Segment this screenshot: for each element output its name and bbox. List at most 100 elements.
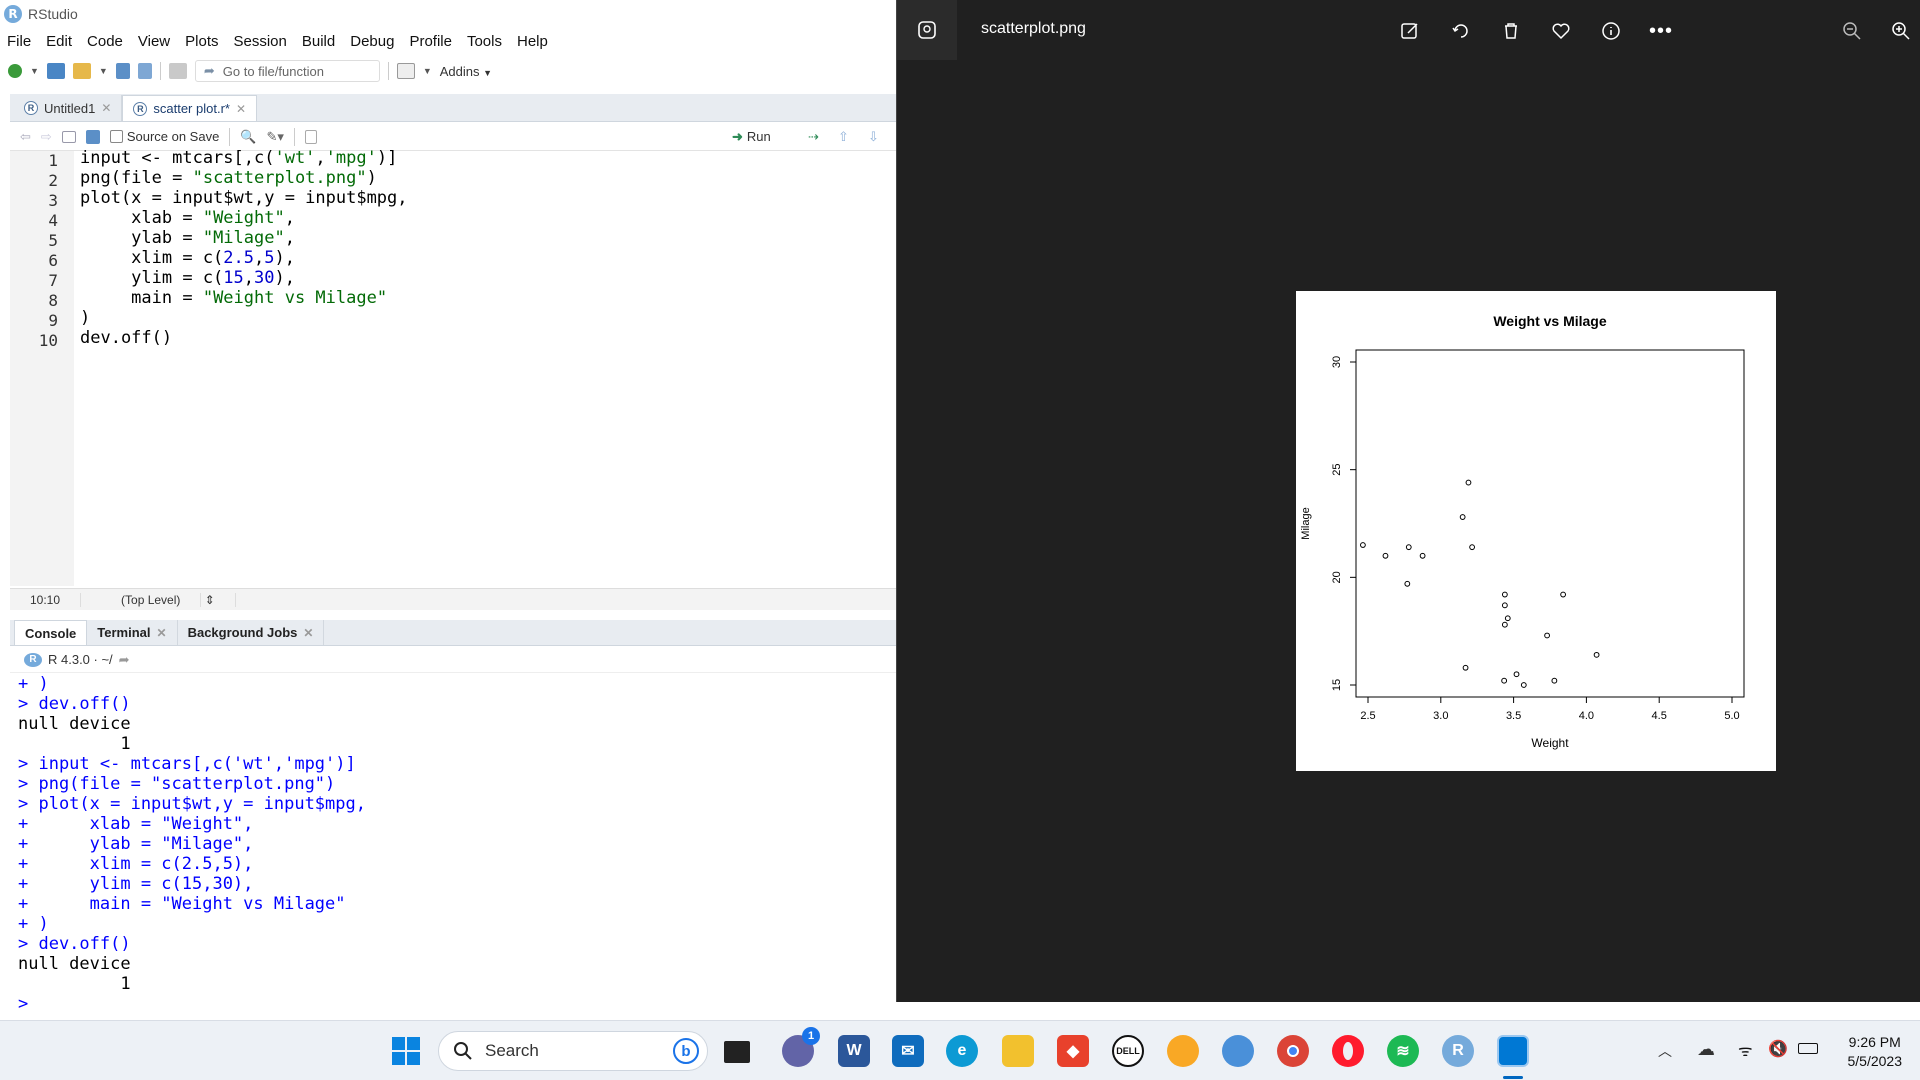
r-file-icon: R bbox=[133, 101, 148, 116]
menu-debug[interactable]: Debug bbox=[350, 33, 394, 50]
menu-code[interactable]: Code bbox=[87, 33, 123, 50]
start-icon[interactable] bbox=[390, 1035, 422, 1067]
back-icon[interactable]: ⇦ bbox=[20, 129, 31, 145]
onedrive-icon[interactable]: ☁ bbox=[1697, 1039, 1715, 1060]
tab-console[interactable]: Console bbox=[14, 620, 88, 645]
rotate-icon[interactable] bbox=[1450, 20, 1472, 42]
console-input-line: + xlim = c(2.5,5), bbox=[18, 854, 254, 874]
file-explorer-icon[interactable] bbox=[1002, 1035, 1034, 1067]
menu-edit[interactable]: Edit bbox=[46, 33, 72, 50]
system-clock[interactable]: 9:26 PM 5/5/2023 bbox=[1848, 1033, 1903, 1071]
new-project-icon[interactable] bbox=[46, 63, 65, 79]
delete-icon[interactable] bbox=[1500, 20, 1522, 42]
data-point bbox=[1404, 580, 1411, 587]
info-icon[interactable] bbox=[1600, 20, 1622, 42]
magic-wand-icon[interactable]: ✎▾ bbox=[267, 129, 284, 145]
menu-profile[interactable]: Profile bbox=[409, 33, 452, 50]
console-output-line: 1 bbox=[18, 974, 131, 994]
battery-icon[interactable] bbox=[1798, 1043, 1818, 1054]
more-icon[interactable]: ••• bbox=[1649, 20, 1672, 42]
close-icon[interactable]: ✕ bbox=[303, 626, 313, 640]
spotify-icon[interactable]: ≋ bbox=[1387, 1035, 1419, 1067]
opera-icon[interactable] bbox=[1332, 1035, 1364, 1067]
source-on-save-checkbox[interactable]: Source on Save bbox=[109, 129, 219, 144]
favorite-icon[interactable] bbox=[1550, 20, 1572, 42]
pane-layout-icon[interactable] bbox=[396, 63, 415, 79]
go-to-directory-icon[interactable]: ➦ bbox=[119, 652, 130, 668]
chevron-down-icon[interactable]: ▼ bbox=[30, 66, 39, 76]
zoom-in-icon[interactable] bbox=[1890, 20, 1912, 42]
git-icon[interactable]: ◆ bbox=[1057, 1035, 1089, 1067]
run-button[interactable]: ➜ Run bbox=[732, 129, 771, 145]
open-file-icon[interactable] bbox=[72, 63, 91, 79]
word-icon[interactable]: W bbox=[838, 1035, 870, 1067]
tab-terminal[interactable]: Terminal ✕ bbox=[87, 620, 178, 645]
data-point bbox=[1459, 514, 1466, 520]
toolbar-divider bbox=[387, 62, 389, 80]
paint-icon[interactable] bbox=[1222, 1035, 1254, 1067]
compile-report-icon[interactable] bbox=[304, 129, 317, 144]
save-icon[interactable] bbox=[85, 129, 100, 144]
dell-icon[interactable]: DELL bbox=[1112, 1035, 1144, 1067]
data-point bbox=[1551, 677, 1558, 684]
tab-untitled1[interactable]: R Untitled1 ✕ bbox=[14, 95, 123, 121]
console-output-line: 1 bbox=[18, 734, 131, 754]
new-file-icon[interactable] bbox=[8, 64, 22, 78]
goto-file-input[interactable]: ➦ Go to file/function bbox=[194, 60, 380, 82]
menu-session[interactable]: Session bbox=[234, 33, 287, 50]
menu-view[interactable]: View bbox=[138, 33, 170, 50]
save-icon[interactable] bbox=[115, 63, 130, 79]
chevron-down-icon[interactable]: ▼ bbox=[423, 66, 432, 76]
chevron-up-icon[interactable]: ︿ bbox=[1658, 1041, 1672, 1061]
code-line: input <- mtcars[,c('wt','mpg')] bbox=[80, 148, 398, 168]
edit-icon[interactable] bbox=[1399, 20, 1421, 42]
forward-icon[interactable]: ⇨ bbox=[41, 129, 52, 145]
console-output[interactable]: + ) > dev.off() null device 1 > input <- mt… bbox=[18, 674, 366, 1014]
menu-tools[interactable]: Tools bbox=[467, 33, 502, 50]
code-editor[interactable]: input <- mtcars[,c('wt','mpg')] png(file … bbox=[80, 148, 408, 348]
wifi-icon[interactable]: ᯤ bbox=[1738, 1039, 1753, 1061]
arrow-up-icon[interactable]: ⇧ bbox=[838, 129, 849, 145]
show-in-window-icon[interactable] bbox=[61, 130, 76, 143]
tab-label: Console bbox=[25, 625, 77, 641]
print-icon[interactable] bbox=[168, 63, 187, 79]
zoom-out-icon[interactable] bbox=[1841, 20, 1863, 42]
search-icon[interactable]: 🔍 bbox=[240, 129, 256, 145]
teams-icon[interactable]: 1 bbox=[782, 1027, 820, 1067]
line-number: 10 bbox=[38, 331, 58, 350]
edge-icon[interactable]: e bbox=[946, 1035, 978, 1067]
console-input-line: > png(file = "scatterplot.png") bbox=[18, 774, 336, 794]
task-view-icon[interactable] bbox=[724, 1041, 750, 1063]
speaker-muted-icon[interactable]: 🔇 bbox=[1768, 1039, 1788, 1059]
r-file-icon: R bbox=[24, 101, 38, 115]
arrow-down-icon[interactable]: ⇩ bbox=[868, 129, 879, 145]
bing-icon[interactable]: b bbox=[673, 1038, 699, 1064]
menu-plots[interactable]: Plots bbox=[185, 33, 218, 50]
close-icon[interactable]: ✕ bbox=[101, 101, 111, 115]
console-input-line: + main = "Weight vs Milage" bbox=[18, 894, 346, 914]
data-point bbox=[1513, 671, 1520, 678]
photos-icon[interactable] bbox=[1497, 1035, 1529, 1067]
close-icon[interactable]: ✕ bbox=[157, 626, 167, 640]
plot-frame bbox=[1355, 349, 1745, 698]
menu-bar: File Edit Code View Plots Session Build Debug Pr… bbox=[0, 28, 896, 54]
save-all-icon[interactable] bbox=[137, 63, 152, 79]
chevron-down-icon[interactable]: ▼ bbox=[99, 66, 108, 76]
norton-icon[interactable] bbox=[1167, 1035, 1199, 1067]
chrome-icon[interactable] bbox=[1277, 1035, 1309, 1067]
menu-file[interactable]: File bbox=[7, 33, 31, 50]
close-icon[interactable]: ✕ bbox=[236, 102, 246, 116]
addins-menu[interactable]: Addins ▼ bbox=[440, 64, 492, 79]
tab-scatter-plot[interactable]: R scatter plot.r* ✕ bbox=[122, 95, 258, 121]
taskbar-search[interactable]: Search b bbox=[438, 1031, 708, 1071]
toolbar-divider bbox=[293, 127, 295, 146]
gallery-button[interactable] bbox=[897, 0, 957, 60]
rerun-icon[interactable]: ⇢ bbox=[808, 129, 819, 145]
tab-background-jobs[interactable]: Background Jobs ✕ bbox=[178, 620, 325, 645]
r-icon[interactable]: R bbox=[1442, 1035, 1474, 1067]
mail-icon[interactable]: ✉ bbox=[892, 1035, 924, 1067]
line-number: 7 bbox=[48, 271, 58, 290]
scope-selector[interactable]: (Top Level) ⇕ bbox=[81, 592, 236, 607]
menu-build[interactable]: Build bbox=[302, 33, 335, 50]
menu-help[interactable]: Help bbox=[517, 33, 548, 50]
